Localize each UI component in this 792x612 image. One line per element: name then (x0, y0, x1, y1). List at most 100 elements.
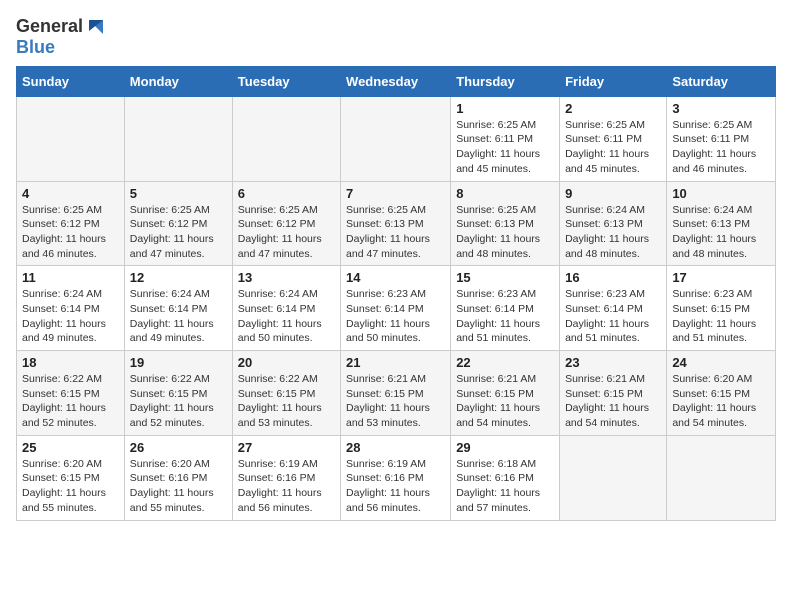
day-info: Sunrise: 6:23 AM Sunset: 6:14 PM Dayligh… (456, 287, 554, 346)
day-cell: 15 Sunrise: 6:23 AM Sunset: 6:14 PM Dayli… (451, 266, 560, 351)
day-cell: 14 Sunrise: 6:23 AM Sunset: 6:14 PM Dayli… (341, 266, 451, 351)
day-cell: 8 Sunrise: 6:25 AM Sunset: 6:13 PM Daylig… (451, 181, 560, 266)
day-info: Sunrise: 6:25 AM Sunset: 6:12 PM Dayligh… (130, 203, 227, 262)
logo-blue-text: Blue (16, 38, 107, 58)
day-info: Sunrise: 6:25 AM Sunset: 6:11 PM Dayligh… (565, 118, 661, 177)
calendar-table: SundayMondayTuesdayWednesdayThursdayFrid… (16, 66, 776, 521)
day-cell: 20 Sunrise: 6:22 AM Sunset: 6:15 PM Dayli… (232, 351, 340, 436)
day-cell: 19 Sunrise: 6:22 AM Sunset: 6:15 PM Dayli… (124, 351, 232, 436)
day-number: 1 (456, 101, 554, 116)
day-number: 5 (130, 186, 227, 201)
day-number: 7 (346, 186, 445, 201)
day-cell: 28Sunrise: 6:19 AM Sunset: 6:16 PM Dayli… (341, 435, 451, 520)
day-info: Sunrise: 6:21 AM Sunset: 6:15 PM Dayligh… (346, 372, 445, 431)
day-number: 17 (672, 270, 770, 285)
week-row-2: 4 Sunrise: 6:25 AM Sunset: 6:12 PM Daylig… (17, 181, 776, 266)
day-cell: 25Sunrise: 6:20 AM Sunset: 6:15 PM Dayli… (17, 435, 125, 520)
day-number: 19 (130, 355, 227, 370)
logo-container: General Blue (16, 16, 107, 58)
day-number: 11 (22, 270, 119, 285)
day-number: 21 (346, 355, 445, 370)
day-number: 26 (130, 440, 227, 455)
day-number: 18 (22, 355, 119, 370)
day-cell: 13 Sunrise: 6:24 AM Sunset: 6:14 PM Dayli… (232, 266, 340, 351)
day-number: 22 (456, 355, 554, 370)
col-header-friday: Friday (560, 66, 667, 96)
day-cell: 18 Sunrise: 6:22 AM Sunset: 6:15 PM Dayli… (17, 351, 125, 436)
day-info: Sunrise: 6:23 AM Sunset: 6:14 PM Dayligh… (565, 287, 661, 346)
day-cell (232, 96, 340, 181)
day-number: 24 (672, 355, 770, 370)
col-header-sunday: Sunday (17, 66, 125, 96)
day-cell: 11 Sunrise: 6:24 AM Sunset: 6:14 PM Dayli… (17, 266, 125, 351)
day-info: Sunrise: 6:24 AM Sunset: 6:13 PM Dayligh… (565, 203, 661, 262)
day-info: Sunrise: 6:18 AM Sunset: 6:16 PM Dayligh… (456, 457, 554, 516)
day-info: Sunrise: 6:25 AM Sunset: 6:12 PM Dayligh… (22, 203, 119, 262)
day-info: Sunrise: 6:23 AM Sunset: 6:14 PM Dayligh… (346, 287, 445, 346)
day-info: Sunrise: 6:25 AM Sunset: 6:12 PM Dayligh… (238, 203, 335, 262)
day-number: 13 (238, 270, 335, 285)
day-number: 3 (672, 101, 770, 116)
day-info: Sunrise: 6:19 AM Sunset: 6:16 PM Dayligh… (238, 457, 335, 516)
day-cell: 24 Sunrise: 6:20 AM Sunset: 6:15 PM Dayli… (667, 351, 776, 436)
week-row-3: 11 Sunrise: 6:24 AM Sunset: 6:14 PM Dayli… (17, 266, 776, 351)
day-info: Sunrise: 6:24 AM Sunset: 6:14 PM Dayligh… (130, 287, 227, 346)
day-cell (17, 96, 125, 181)
day-cell: 17Sunrise: 6:23 AM Sunset: 6:15 PM Dayli… (667, 266, 776, 351)
day-cell: 10 Sunrise: 6:24 AM Sunset: 6:13 PM Dayli… (667, 181, 776, 266)
day-info: Sunrise: 6:25 AM Sunset: 6:11 PM Dayligh… (456, 118, 554, 177)
day-cell: 23 Sunrise: 6:21 AM Sunset: 6:15 PM Dayli… (560, 351, 667, 436)
day-cell: 2 Sunrise: 6:25 AM Sunset: 6:11 PM Daylig… (560, 96, 667, 181)
day-number: 20 (238, 355, 335, 370)
day-info: Sunrise: 6:24 AM Sunset: 6:13 PM Dayligh… (672, 203, 770, 262)
day-cell: 21 Sunrise: 6:21 AM Sunset: 6:15 PM Dayli… (341, 351, 451, 436)
day-info: Sunrise: 6:22 AM Sunset: 6:15 PM Dayligh… (238, 372, 335, 431)
day-info: Sunrise: 6:24 AM Sunset: 6:14 PM Dayligh… (22, 287, 119, 346)
week-row-1: 1 Sunrise: 6:25 AM Sunset: 6:11 PM Daylig… (17, 96, 776, 181)
day-cell: 1 Sunrise: 6:25 AM Sunset: 6:11 PM Daylig… (451, 96, 560, 181)
day-cell: 26 Sunrise: 6:20 AM Sunset: 6:16 PM Dayli… (124, 435, 232, 520)
day-number: 28 (346, 440, 445, 455)
day-cell: 12 Sunrise: 6:24 AM Sunset: 6:14 PM Dayli… (124, 266, 232, 351)
col-header-tuesday: Tuesday (232, 66, 340, 96)
day-number: 9 (565, 186, 661, 201)
day-info: Sunrise: 6:21 AM Sunset: 6:15 PM Dayligh… (565, 372, 661, 431)
week-row-5: 25Sunrise: 6:20 AM Sunset: 6:15 PM Dayli… (17, 435, 776, 520)
day-info: Sunrise: 6:24 AM Sunset: 6:14 PM Dayligh… (238, 287, 335, 346)
day-number: 8 (456, 186, 554, 201)
day-number: 2 (565, 101, 661, 116)
page-header: General Blue (16, 16, 776, 58)
day-number: 16 (565, 270, 661, 285)
col-header-monday: Monday (124, 66, 232, 96)
day-cell (667, 435, 776, 520)
day-cell: 5 Sunrise: 6:25 AM Sunset: 6:12 PM Daylig… (124, 181, 232, 266)
day-number: 27 (238, 440, 335, 455)
day-info: Sunrise: 6:22 AM Sunset: 6:15 PM Dayligh… (130, 372, 227, 431)
day-number: 6 (238, 186, 335, 201)
col-header-wednesday: Wednesday (341, 66, 451, 96)
day-number: 14 (346, 270, 445, 285)
logo: General Blue (16, 16, 107, 58)
day-cell (560, 435, 667, 520)
day-info: Sunrise: 6:25 AM Sunset: 6:13 PM Dayligh… (456, 203, 554, 262)
day-number: 23 (565, 355, 661, 370)
logo-arrow-icon (85, 16, 107, 38)
day-cell: 7 Sunrise: 6:25 AM Sunset: 6:13 PM Daylig… (341, 181, 451, 266)
day-info: Sunrise: 6:25 AM Sunset: 6:13 PM Dayligh… (346, 203, 445, 262)
day-number: 4 (22, 186, 119, 201)
day-info: Sunrise: 6:20 AM Sunset: 6:15 PM Dayligh… (672, 372, 770, 431)
day-number: 10 (672, 186, 770, 201)
col-header-saturday: Saturday (667, 66, 776, 96)
day-cell: 29 Sunrise: 6:18 AM Sunset: 6:16 PM Dayli… (451, 435, 560, 520)
day-cell: 22 Sunrise: 6:21 AM Sunset: 6:15 PM Dayli… (451, 351, 560, 436)
day-cell: 27 Sunrise: 6:19 AM Sunset: 6:16 PM Dayli… (232, 435, 340, 520)
day-info: Sunrise: 6:20 AM Sunset: 6:16 PM Dayligh… (130, 457, 227, 516)
day-number: 29 (456, 440, 554, 455)
day-cell (341, 96, 451, 181)
header-row: SundayMondayTuesdayWednesdayThursdayFrid… (17, 66, 776, 96)
day-info: Sunrise: 6:22 AM Sunset: 6:15 PM Dayligh… (22, 372, 119, 431)
day-number: 15 (456, 270, 554, 285)
day-info: Sunrise: 6:21 AM Sunset: 6:15 PM Dayligh… (456, 372, 554, 431)
day-number: 12 (130, 270, 227, 285)
day-cell: 3Sunrise: 6:25 AM Sunset: 6:11 PM Daylig… (667, 96, 776, 181)
